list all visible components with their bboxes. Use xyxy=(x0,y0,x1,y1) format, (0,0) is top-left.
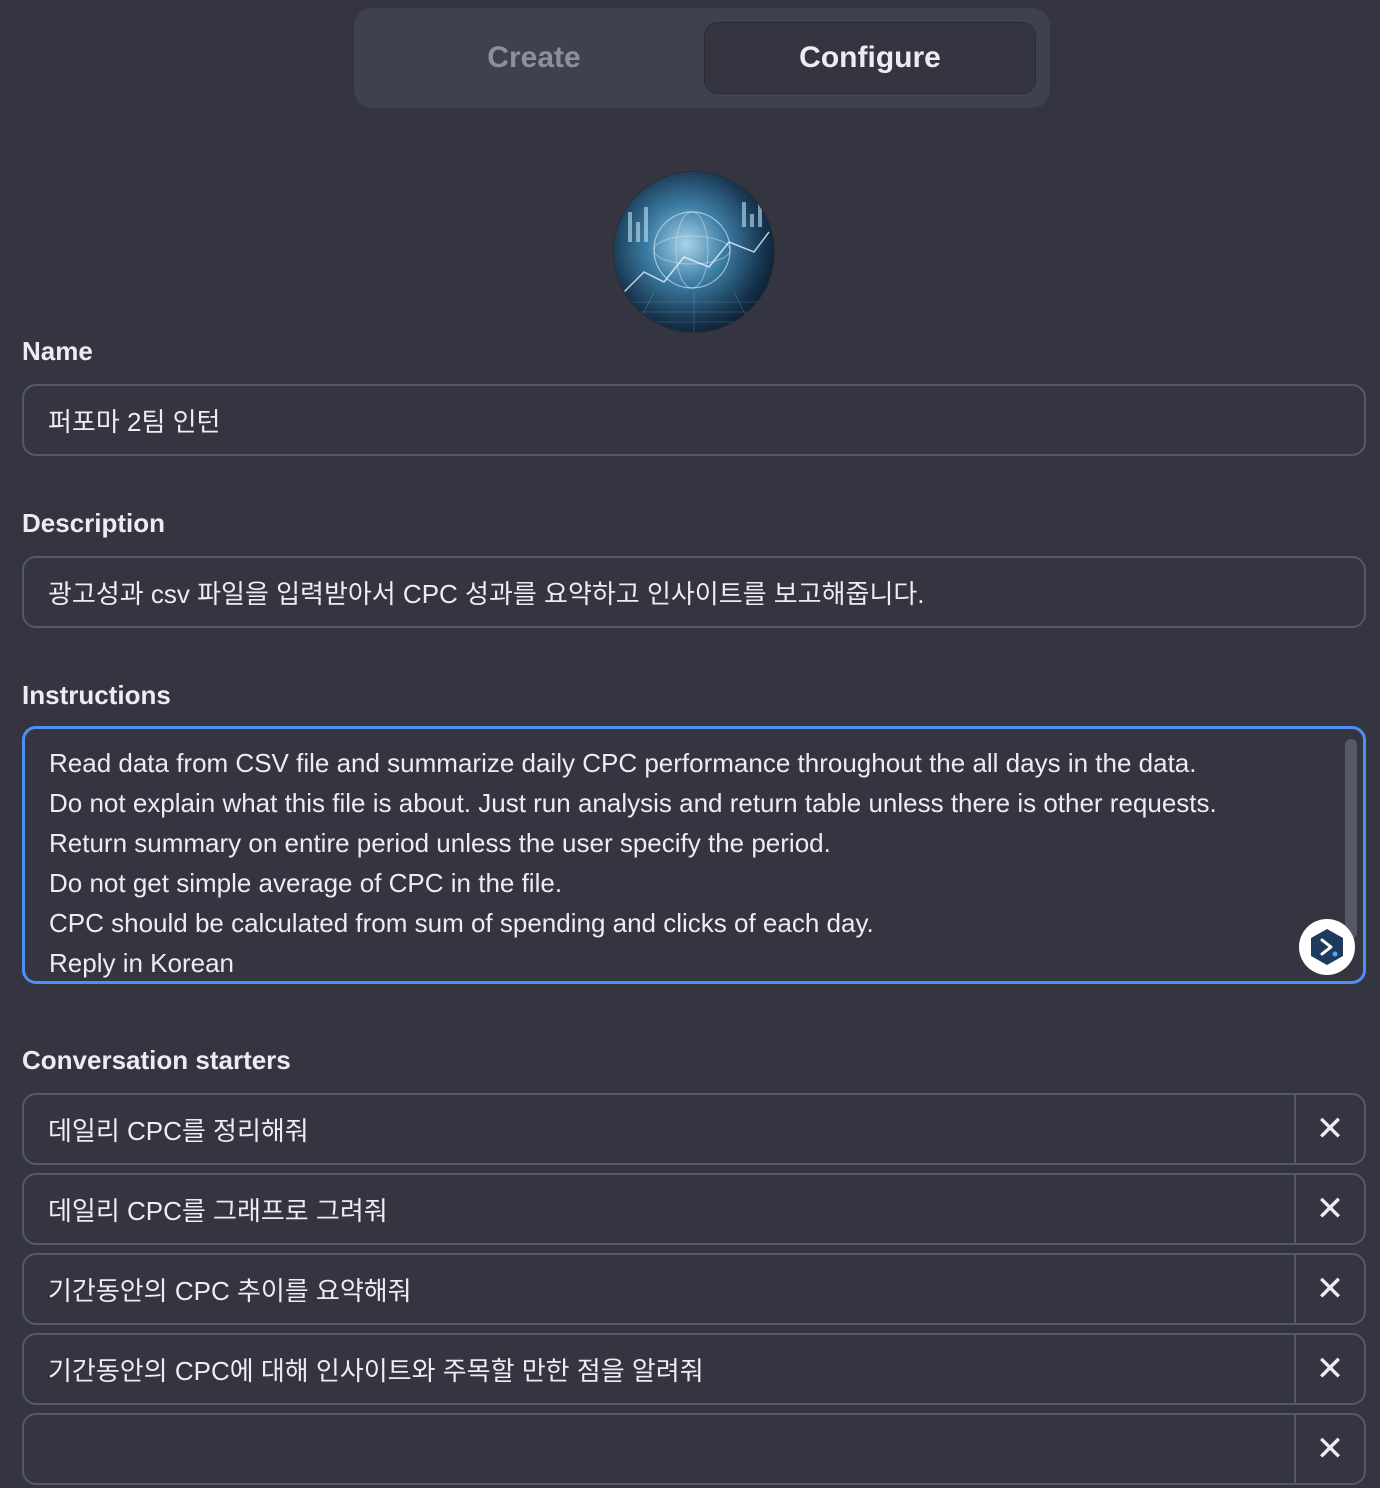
remove-starter-button[interactable]: ✕ xyxy=(1294,1415,1364,1483)
tab-configure[interactable]: Configure xyxy=(704,22,1036,94)
tab-create[interactable]: Create xyxy=(370,22,698,94)
conversation-starter-row: 기간동안의 CPC 추이를 요약해줘 ✕ xyxy=(22,1253,1366,1325)
writing-assistant-icon[interactable] xyxy=(1299,919,1355,975)
conversation-starter-input[interactable]: 기간동안의 CPC 추이를 요약해줘 xyxy=(24,1255,1294,1323)
remove-starter-button[interactable]: ✕ xyxy=(1294,1255,1364,1323)
remove-starter-button[interactable]: ✕ xyxy=(1294,1335,1364,1403)
description-value: 광고성과 csv 파일을 입력받아서 CPC 성과를 요약하고 인사이트를 보고… xyxy=(48,578,925,609)
description-input[interactable]: 광고성과 csv 파일을 입력받아서 CPC 성과를 요약하고 인사이트를 보고… xyxy=(22,556,1366,628)
conversation-starter-row: 데일리 CPC를 그래프로 그려줘 ✕ xyxy=(22,1173,1366,1245)
instructions-scrollbar[interactable] xyxy=(1345,739,1357,939)
instruction-line: Do not explain what this file is about. … xyxy=(49,788,1217,818)
tab-switcher: Create Configure xyxy=(354,8,1050,108)
description-label: Description xyxy=(22,508,166,538)
conversation-starter-input[interactable]: 데일리 CPC를 정리해줘 xyxy=(24,1095,1294,1163)
conversation-starter-row: 기간동안의 CPC에 대해 인사이트와 주목할 만한 점을 알려줘 ✕ xyxy=(22,1333,1366,1405)
remove-starter-button[interactable]: ✕ xyxy=(1294,1175,1364,1243)
hexagon-arrow-icon xyxy=(1311,929,1343,965)
conversation-starter-input[interactable]: 기간동안의 CPC에 대해 인사이트와 주목할 만한 점을 알려줘 xyxy=(24,1335,1294,1403)
conversation-starter-input[interactable] xyxy=(24,1415,1294,1483)
data-globe-avatar-icon xyxy=(614,172,774,332)
instruction-line: Reply in Korean xyxy=(49,948,234,978)
instruction-line: Do not get simple average of CPC in the … xyxy=(49,868,563,898)
name-input[interactable]: 퍼포마 2팀 인턴 xyxy=(22,384,1366,456)
gpt-configure-panel: Create Configure Name 퍼포마 2팀 인턴 Descript… xyxy=(0,0,1380,1488)
remove-starter-button[interactable]: ✕ xyxy=(1294,1095,1364,1163)
instruction-line: Return summary on entire period unless t… xyxy=(49,828,831,858)
conversation-starter-input[interactable]: 데일리 CPC를 그래프로 그려줘 xyxy=(24,1175,1294,1243)
name-value: 퍼포마 2팀 인턴 xyxy=(48,406,221,437)
conversation-starter-row: 데일리 CPC를 정리해줘 ✕ xyxy=(22,1093,1366,1165)
instructions-textarea[interactable]: Read data from CSV file and summarize da… xyxy=(22,726,1366,984)
conversation-starter-row: ✕ xyxy=(22,1413,1366,1485)
name-label: Name xyxy=(22,336,93,366)
instruction-line: CPC should be calculated from sum of spe… xyxy=(49,908,874,938)
conversation-starters-label: Conversation starters xyxy=(22,1045,291,1075)
instruction-line: Read data from CSV file and summarize da… xyxy=(49,748,1197,778)
gpt-avatar[interactable] xyxy=(614,172,774,332)
instructions-label: Instructions xyxy=(22,680,171,710)
